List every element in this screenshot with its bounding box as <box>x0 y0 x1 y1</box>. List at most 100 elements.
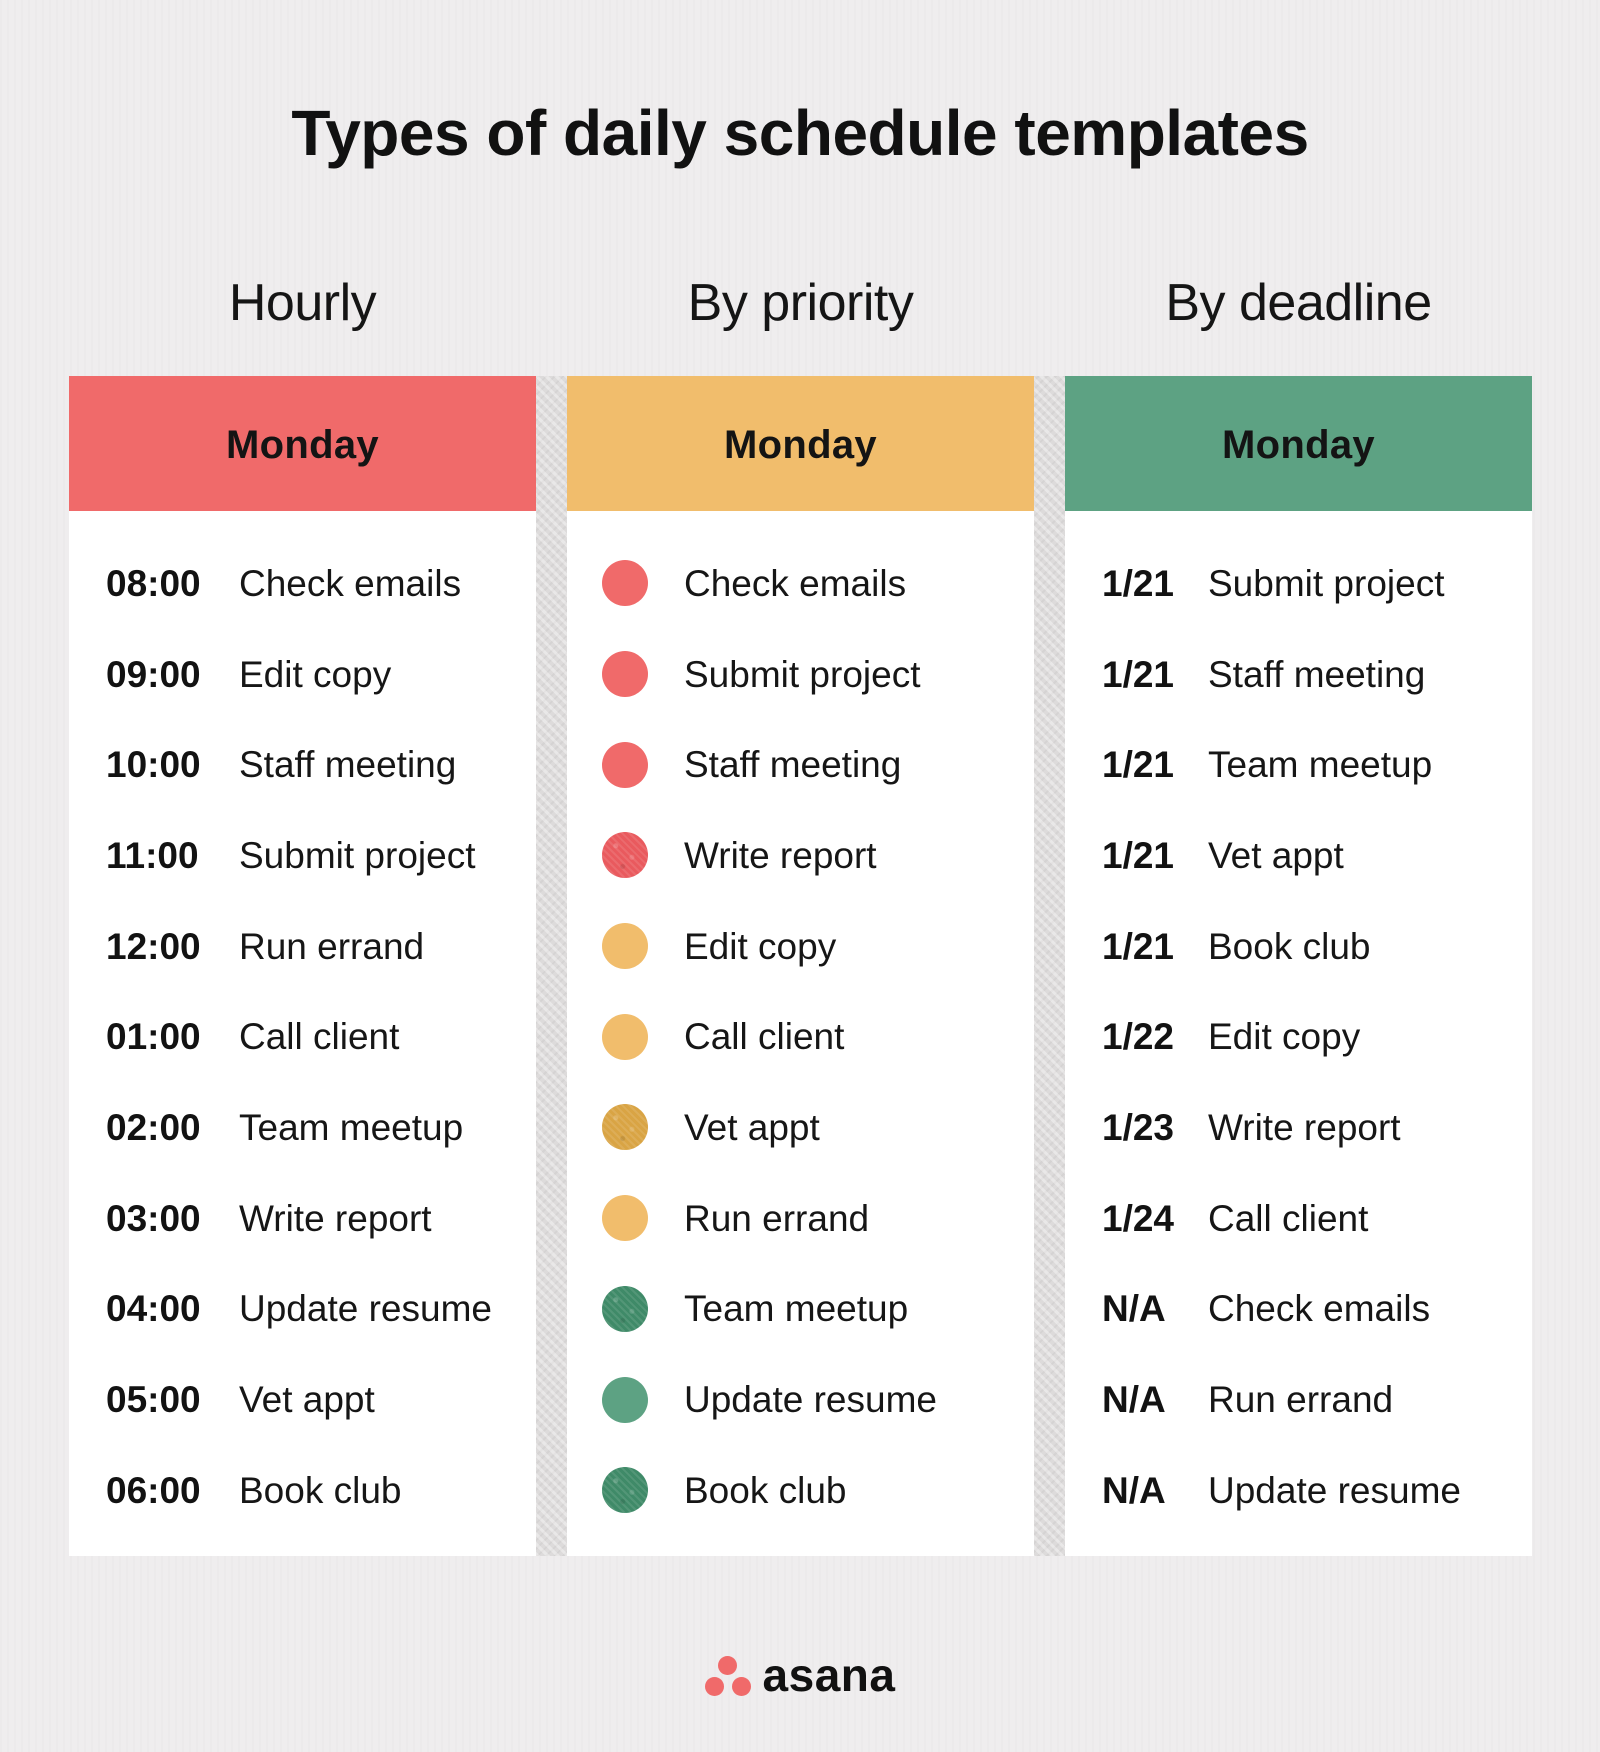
schedule-row: Team meetup <box>567 1264 1034 1355</box>
priority-indicator <box>567 651 684 698</box>
asana-logo: asana <box>0 1652 1600 1698</box>
row-time: 10:00 <box>106 744 201 786</box>
priority-medium-dot-icon <box>602 1104 648 1151</box>
row-task: Team meetup <box>1208 744 1433 786</box>
row-time: 09:00 <box>106 653 201 695</box>
schedule-row: 11:00 Submit project <box>69 810 536 901</box>
row-task: Edit copy <box>1208 1016 1361 1058</box>
row-time: 02:00 <box>106 1106 201 1148</box>
schedule-row: Edit copy <box>567 901 1034 992</box>
row-deadline: 1/23 <box>1102 1106 1175 1148</box>
logo-wordmark: asana <box>762 1649 896 1701</box>
schedule-list: 08:00 Check emails 09:00 Edit copy 10:00 Staf… <box>69 511 536 1536</box>
card-header-day: Monday <box>724 423 877 467</box>
schedule-card-deadline: Monday 1/21 Submit project 1/21 Staff meeti… <box>1065 376 1532 1556</box>
priority-low-dot-icon <box>602 1285 648 1332</box>
row-task: Write report <box>684 834 877 876</box>
schedule-row: 1/22 Edit copy <box>1065 991 1532 1082</box>
row-task: Update resume <box>239 1288 492 1330</box>
schedule-row: 1/21 Vet appt <box>1065 810 1532 901</box>
row-task: Update resume <box>1208 1469 1461 1511</box>
priority-indicator <box>567 1467 684 1514</box>
schedule-row: Vet appt <box>567 1082 1034 1173</box>
row-task: Call client <box>239 1016 400 1058</box>
logo-dot <box>731 1677 751 1696</box>
schedule-row: 05:00 Vet appt <box>69 1354 536 1445</box>
row-time: 05:00 <box>106 1379 201 1421</box>
row-task: Call client <box>684 1016 845 1058</box>
schedule-card-priority: Monday Check emails Submit project Staff m… <box>567 376 1034 1556</box>
schedule-row: Write report <box>567 810 1034 901</box>
row-task: Edit copy <box>239 653 392 695</box>
priority-medium-dot-icon <box>602 1195 648 1242</box>
schedule-row: 1/21 Book club <box>1065 901 1532 992</box>
row-time: 06:00 <box>106 1469 201 1511</box>
priority-indicator <box>567 741 684 788</box>
schedule-list: Check emails Submit project Staff meeting W… <box>567 511 1034 1536</box>
schedule-row: 04:00 Update resume <box>69 1264 536 1355</box>
column-subtitle: By deadline <box>1165 274 1432 332</box>
row-deadline: 1/21 <box>1102 562 1175 604</box>
row-deadline: 1/24 <box>1102 1197 1175 1239</box>
schedule-row: N/A Update resume <box>1065 1445 1532 1536</box>
row-time: 01:00 <box>106 1016 201 1058</box>
logo-dot <box>718 1656 738 1675</box>
priority-high-dot-icon <box>602 741 648 788</box>
row-deadline: 1/21 <box>1102 744 1175 786</box>
row-deadline: 1/21 <box>1102 834 1175 876</box>
schedule-row: N/A Run errand <box>1065 1354 1532 1445</box>
schedule-row: Check emails <box>567 538 1034 629</box>
schedule-row: 12:00 Run errand <box>69 901 536 992</box>
schedule-card-hourly: Monday 08:00 Check emails 09:00 Edit copy 10… <box>69 376 536 1556</box>
row-task: Team meetup <box>239 1106 464 1148</box>
row-time: 04:00 <box>106 1288 201 1330</box>
row-task: Vet appt <box>684 1106 820 1148</box>
row-time: 11:00 <box>106 834 199 876</box>
priority-high-dot-icon <box>602 651 648 698</box>
infographic: Types of daily schedule templates Hourly… <box>0 0 1600 1752</box>
priority-indicator <box>567 1376 684 1423</box>
row-deadline: 1/21 <box>1102 925 1175 967</box>
schedule-row: 08:00 Check emails <box>69 538 536 629</box>
priority-indicator <box>567 1013 684 1060</box>
priority-high-dot-icon <box>602 832 648 879</box>
row-task: Submit project <box>239 834 476 876</box>
column-subtitle: By priority <box>687 274 914 332</box>
schedule-row: Update resume <box>567 1354 1034 1445</box>
card-header: Monday <box>567 376 1034 511</box>
asana-logo-icon <box>704 1656 751 1698</box>
row-task: Book club <box>239 1469 402 1511</box>
priority-indicator <box>567 1285 684 1332</box>
row-task: Write report <box>1208 1106 1401 1148</box>
row-task: Team meetup <box>684 1288 909 1330</box>
priority-medium-dot-icon <box>602 923 648 970</box>
row-task: Book club <box>684 1469 847 1511</box>
schedule-row: Book club <box>567 1445 1034 1536</box>
schedule-row: Submit project <box>567 629 1034 720</box>
row-task: Check emails <box>239 562 462 604</box>
row-task: Book club <box>1208 925 1371 967</box>
row-task: Call client <box>1208 1197 1369 1239</box>
row-time: 08:00 <box>106 562 201 604</box>
priority-low-dot-icon <box>602 1467 648 1514</box>
priority-indicator <box>567 923 684 970</box>
priority-indicator <box>567 1104 684 1151</box>
priority-indicator <box>567 832 684 879</box>
schedule-row: 10:00 Staff meeting <box>69 719 536 810</box>
schedule-row: Run errand <box>567 1173 1034 1264</box>
card-header: Monday <box>1065 376 1532 511</box>
row-task: Staff meeting <box>239 744 457 786</box>
priority-indicator <box>567 560 684 607</box>
card-header-day: Monday <box>1222 423 1375 467</box>
priority-medium-dot-icon <box>602 1013 648 1060</box>
row-time: 12:00 <box>106 925 201 967</box>
row-deadline: N/A <box>1102 1379 1166 1421</box>
row-deadline: 1/22 <box>1102 1016 1175 1058</box>
row-deadline: 1/21 <box>1102 653 1175 695</box>
schedule-row: 1/21 Staff meeting <box>1065 629 1532 720</box>
schedule-row: 06:00 Book club <box>69 1445 536 1536</box>
row-task: Staff meeting <box>684 744 902 786</box>
row-task: Run errand <box>239 925 425 967</box>
row-task: Vet appt <box>1208 834 1344 876</box>
row-deadline: N/A <box>1102 1288 1166 1330</box>
